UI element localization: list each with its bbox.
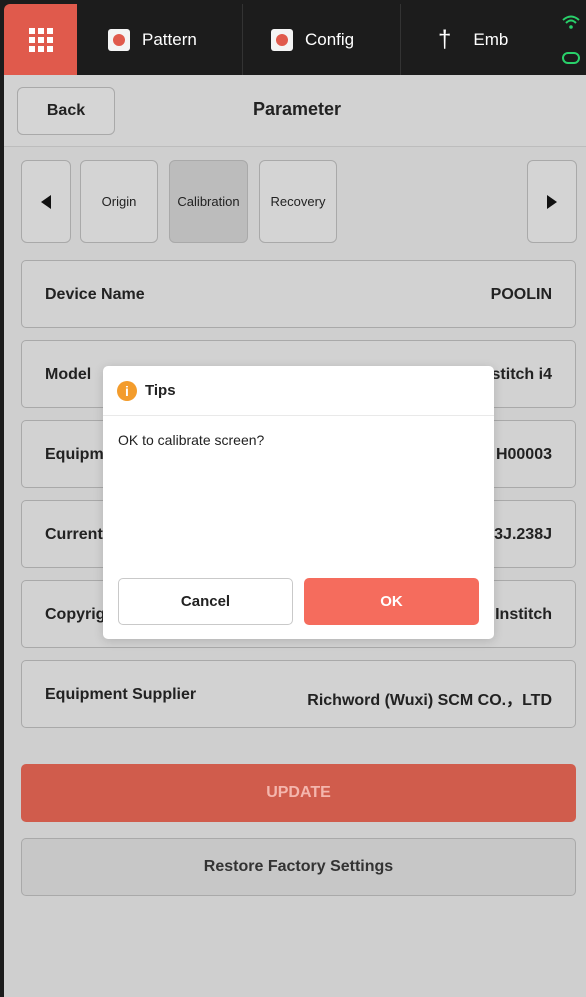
cloud-icon <box>562 51 580 64</box>
info-row-device-name: Device Name POOLIN <box>21 260 576 328</box>
tab-emb[interactable]: † Emb <box>438 4 508 75</box>
grid-icon <box>28 27 53 52</box>
calibration-dialog: i Tips OK to calibrate screen? Cancel OK <box>103 366 494 639</box>
restore-factory-settings-button[interactable]: Restore Factory Settings <box>21 838 576 896</box>
ok-button[interactable]: OK <box>304 578 479 625</box>
arrow-right-icon <box>547 194 557 209</box>
row-label: Model <box>45 366 92 383</box>
tab-pattern-label: Pattern <box>142 29 197 49</box>
dialog-header: i Tips <box>103 366 494 416</box>
scroll-right-button[interactable] <box>527 160 577 243</box>
dialog-title: Tips <box>145 382 176 399</box>
status-panel <box>556 4 586 75</box>
row-label: Copyrig <box>45 606 106 623</box>
tab-config[interactable]: Config <box>271 4 354 75</box>
needle-icon: † <box>438 25 452 53</box>
row-value: Richword (Wuxi) SCM CO.，LTD <box>307 692 552 709</box>
page-title: Parameter <box>252 99 342 119</box>
config-icon <box>271 28 293 51</box>
pattern-icon <box>108 28 130 51</box>
cancel-button[interactable]: Cancel <box>118 578 293 625</box>
page-header: Back Parameter <box>4 75 586 147</box>
tab-recovery[interactable]: Recovery <box>259 160 337 243</box>
row-value: POOLIN <box>490 286 552 303</box>
wifi-icon <box>562 15 580 30</box>
info-icon: i <box>117 380 137 401</box>
row-label: Current <box>45 526 103 543</box>
info-row-equipment-supplier: Equipment Supplier Richword (Wuxi) SCM C… <box>21 660 576 728</box>
row-label: Equipment Supplier <box>45 686 197 703</box>
arrow-left-icon <box>41 194 51 209</box>
row-value: Institch <box>495 606 552 623</box>
scroll-left-button[interactable] <box>21 160 71 243</box>
tab-calibration[interactable]: Calibration <box>169 160 248 243</box>
row-label: Device Name <box>45 286 145 303</box>
row-value: H00003 <box>495 446 552 463</box>
row-label: Equipm <box>45 446 104 463</box>
nav-divider <box>400 4 401 75</box>
tab-pattern[interactable]: Pattern <box>108 4 197 75</box>
nav-divider <box>242 4 243 75</box>
apps-menu-button[interactable] <box>4 4 77 75</box>
tab-origin[interactable]: Origin <box>80 160 158 243</box>
row-value: stitch i4 <box>491 366 552 383</box>
left-frame-edge <box>0 75 4 997</box>
tab-config-label: Config <box>305 29 355 49</box>
row-value: 3J.238J <box>494 526 552 543</box>
top-nav-bar: Pattern Config † Emb <box>0 0 586 75</box>
dialog-message: OK to calibrate screen? <box>118 432 265 448</box>
update-button[interactable]: UPDATE <box>21 764 576 822</box>
tab-emb-label: Emb <box>473 29 509 49</box>
